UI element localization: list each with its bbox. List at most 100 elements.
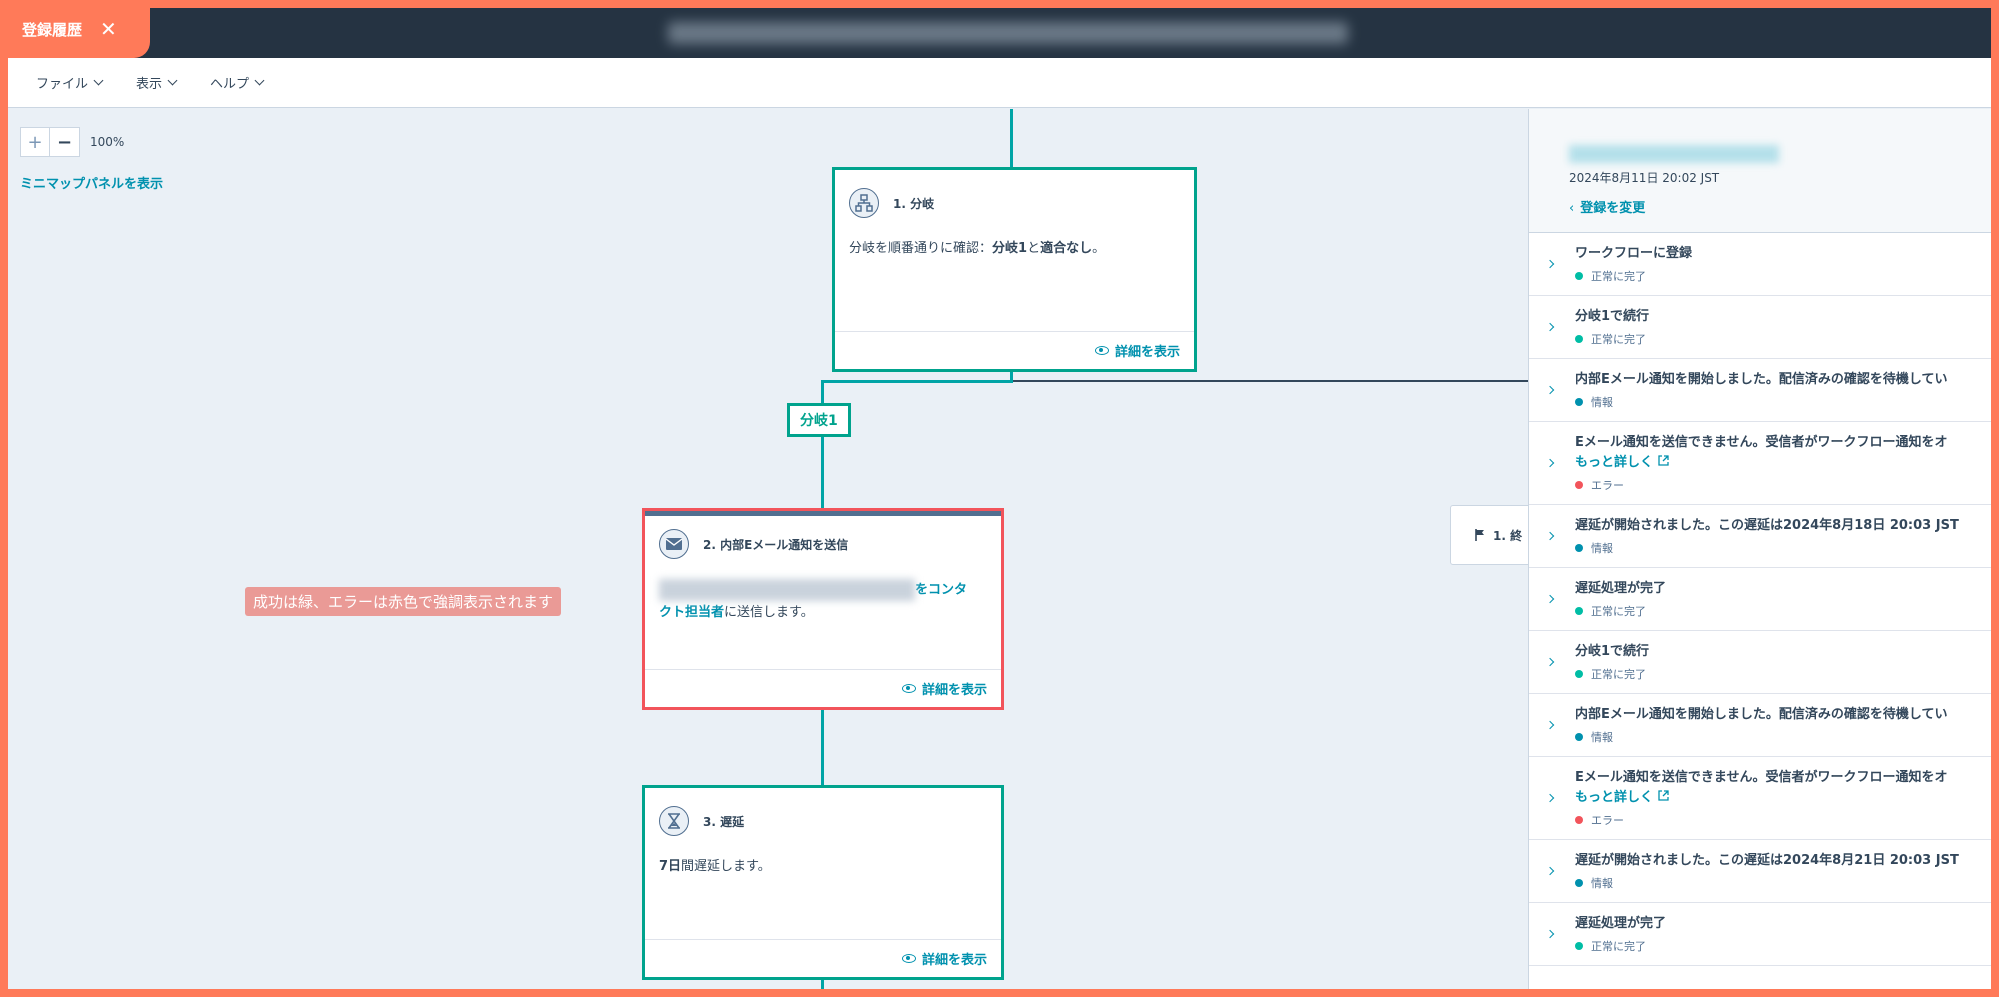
eye-icon xyxy=(901,684,916,693)
event-item[interactable]: Eメール通知を送信できません。受信者がワークフロー通知をオもっと詳しく エラー xyxy=(1529,422,1991,505)
event-title: Eメール通知を送信できません。受信者がワークフロー通知をオ xyxy=(1575,770,1948,785)
app-frame: ファイル 表示 ヘルプ + − 100% ミニマップパネルを表示 1. 分岐 分… xyxy=(8,8,1991,989)
event-item[interactable]: 遅延処理が完了正常に完了 xyxy=(1529,903,1991,966)
menu-file[interactable]: ファイル xyxy=(36,73,104,92)
card-title: 1. 分岐 xyxy=(893,196,935,211)
status-dot xyxy=(1575,398,1583,406)
view-details-link[interactable]: 詳細を表示 xyxy=(835,331,1194,369)
event-title: ワークフローに登録 xyxy=(1575,246,1693,261)
event-list: ワークフローに登録 正常に完了 分岐1で続行 正常に完了 内部Eメール通知を開始しました… xyxy=(1529,233,1991,966)
connector xyxy=(1010,109,1013,167)
menu-help[interactable]: ヘルプ xyxy=(210,73,265,92)
connector xyxy=(821,380,1013,383)
chevron-left-icon: ‹ xyxy=(1569,201,1575,216)
event-status: エラー xyxy=(1575,477,1991,493)
event-title: 遅延が開始されました。この遅延は2024年8月21日 20:03 JST xyxy=(1575,853,1959,868)
learn-more-link[interactable]: もっと詳しく xyxy=(1575,453,1991,473)
enrollment-date: 2024年8月11日 20:02 JST xyxy=(1569,171,1720,185)
flag-icon xyxy=(1475,529,1484,541)
chevron-right-icon xyxy=(1545,720,1555,730)
zoom-in-button[interactable]: + xyxy=(20,127,50,157)
event-item[interactable]: 遅延が開始されました。この遅延は2024年8月21日 20:03 JST 情報 xyxy=(1529,840,1991,903)
connector xyxy=(821,380,824,508)
view-details-link[interactable]: 詳細を表示 xyxy=(645,669,1001,707)
change-enrollment-link[interactable]: ‹ 登録を変更 xyxy=(1569,197,1645,216)
event-title: 遅延処理が完了 xyxy=(1575,916,1667,931)
event-status: 情報 xyxy=(1575,875,1991,891)
blurred-text xyxy=(659,579,915,601)
event-title: 内部Eメール通知を開始しました。配信済みの確認を待機してい xyxy=(1575,707,1948,722)
learn-more-link[interactable]: もっと詳しく xyxy=(1575,788,1991,808)
chevron-right-icon xyxy=(1545,531,1555,541)
show-minimap-link[interactable]: ミニマップパネルを表示 xyxy=(20,173,163,192)
zoom-controls: + − 100% xyxy=(20,127,124,157)
chevron-down-icon xyxy=(167,75,178,86)
action-card-branch[interactable]: 1. 分岐 分岐を順番通りに確認：分岐1と適合なし。 詳細を表示 xyxy=(832,167,1197,372)
action-card-email[interactable]: 2. 内部Eメール通知を送信 をコンタ クト担当者に送信します。 詳細を表示 xyxy=(642,508,1004,710)
zoom-level: 100% xyxy=(90,135,125,149)
event-title: 分岐1で続行 xyxy=(1575,644,1650,659)
workflow-canvas[interactable]: + − 100% ミニマップパネルを表示 1. 分岐 分岐を順番通りに確認：分岐… xyxy=(8,109,1528,989)
branch-icon xyxy=(849,188,879,218)
event-item[interactable]: Eメール通知を送信できません。受信者がワークフロー通知をオ もっと詳しく エラー xyxy=(1529,757,1991,840)
status-dot xyxy=(1575,544,1583,552)
annotation-callout: 成功は緑、エラーは赤色で強調表示されます xyxy=(245,587,562,616)
action-card-delay[interactable]: 3. 遅延 7日間遅延します。 詳細を表示 xyxy=(642,785,1004,980)
zoom-out-button[interactable]: − xyxy=(50,127,80,157)
event-item[interactable]: ワークフローに登録正常に完了 xyxy=(1529,233,1991,296)
card-description: 7日間遅延します。 xyxy=(659,859,771,874)
event-status: 正常に完了 xyxy=(1575,938,1991,954)
event-status: 正常に完了 xyxy=(1575,331,1991,347)
chevron-right-icon xyxy=(1545,657,1555,667)
chevron-right-icon xyxy=(1545,385,1555,395)
event-title: Eメール通知を送信できません。受信者がワークフロー通知をオ xyxy=(1575,435,1948,450)
status-dot xyxy=(1575,607,1583,615)
chevron-right-icon xyxy=(1545,322,1555,332)
chevron-right-icon xyxy=(1545,866,1555,876)
connector xyxy=(821,979,824,989)
history-panel: 2024年8月11日 20:02 JST ‹ 登録を変更 ワークフローに登録正常に… xyxy=(1528,109,1991,989)
view-details-link[interactable]: 詳細を表示 xyxy=(645,939,1001,977)
end-node[interactable]: 1. 終 xyxy=(1450,505,1540,565)
event-status: 情報 xyxy=(1575,729,1991,745)
status-dot xyxy=(1575,670,1583,678)
hourglass-icon xyxy=(659,806,689,836)
chevron-right-icon xyxy=(1545,259,1555,269)
record-name-blurred xyxy=(1569,145,1779,163)
event-item[interactable]: 遅延が開始されました。この遅延は2024年8月18日 20:03 JST 情報 xyxy=(1529,505,1991,568)
connector xyxy=(1013,380,1528,382)
chevron-right-icon xyxy=(1545,793,1555,803)
event-title: 遅延が開始されました。この遅延は2024年8月18日 20:03 JST xyxy=(1575,518,1959,533)
status-dot xyxy=(1575,335,1583,343)
status-dot xyxy=(1575,272,1583,280)
eye-icon xyxy=(901,954,916,963)
connector xyxy=(821,709,824,785)
event-item[interactable]: 内部Eメール通知を開始しました。配信済みの確認を待機してい 情報 xyxy=(1529,359,1991,422)
envelope-icon xyxy=(659,529,689,559)
event-item[interactable]: 遅延処理が完了正常に完了 xyxy=(1529,568,1991,631)
event-title: 遅延処理が完了 xyxy=(1575,581,1667,596)
event-item[interactable]: 分岐1で続行 正常に完了 xyxy=(1529,296,1991,359)
event-status: 正常に完了 xyxy=(1575,666,1991,682)
chevron-down-icon xyxy=(93,75,104,86)
event-item[interactable]: 内部Eメール通知を開始しました。配信済みの確認を待機してい情報 xyxy=(1529,694,1991,757)
status-dot xyxy=(1575,879,1583,887)
history-tab[interactable]: 登録履歴 ✕ xyxy=(0,0,150,58)
status-dot xyxy=(1575,816,1583,824)
event-title: 内部Eメール通知を開始しました。配信済みの確認を待機してい xyxy=(1575,372,1948,387)
card-title: 3. 遅延 xyxy=(703,814,745,829)
close-icon[interactable]: ✕ xyxy=(100,17,117,41)
chevron-right-icon xyxy=(1545,929,1555,939)
menu-view[interactable]: 表示 xyxy=(136,73,178,92)
card-description: 分岐を順番通りに確認：分岐1と適合なし。 xyxy=(849,241,1106,256)
status-dot xyxy=(1575,942,1583,950)
branch-label[interactable]: 分岐1 xyxy=(787,403,851,437)
event-item[interactable]: 分岐1で続行正常に完了 xyxy=(1529,631,1991,694)
event-status: 情報 xyxy=(1575,540,1991,556)
top-bar xyxy=(8,8,1991,58)
status-dot xyxy=(1575,733,1583,741)
event-status: 正常に完了 xyxy=(1575,603,1991,619)
chevron-down-icon xyxy=(254,75,265,86)
event-status: 正常に完了 xyxy=(1575,268,1991,284)
chevron-right-icon xyxy=(1545,594,1555,604)
